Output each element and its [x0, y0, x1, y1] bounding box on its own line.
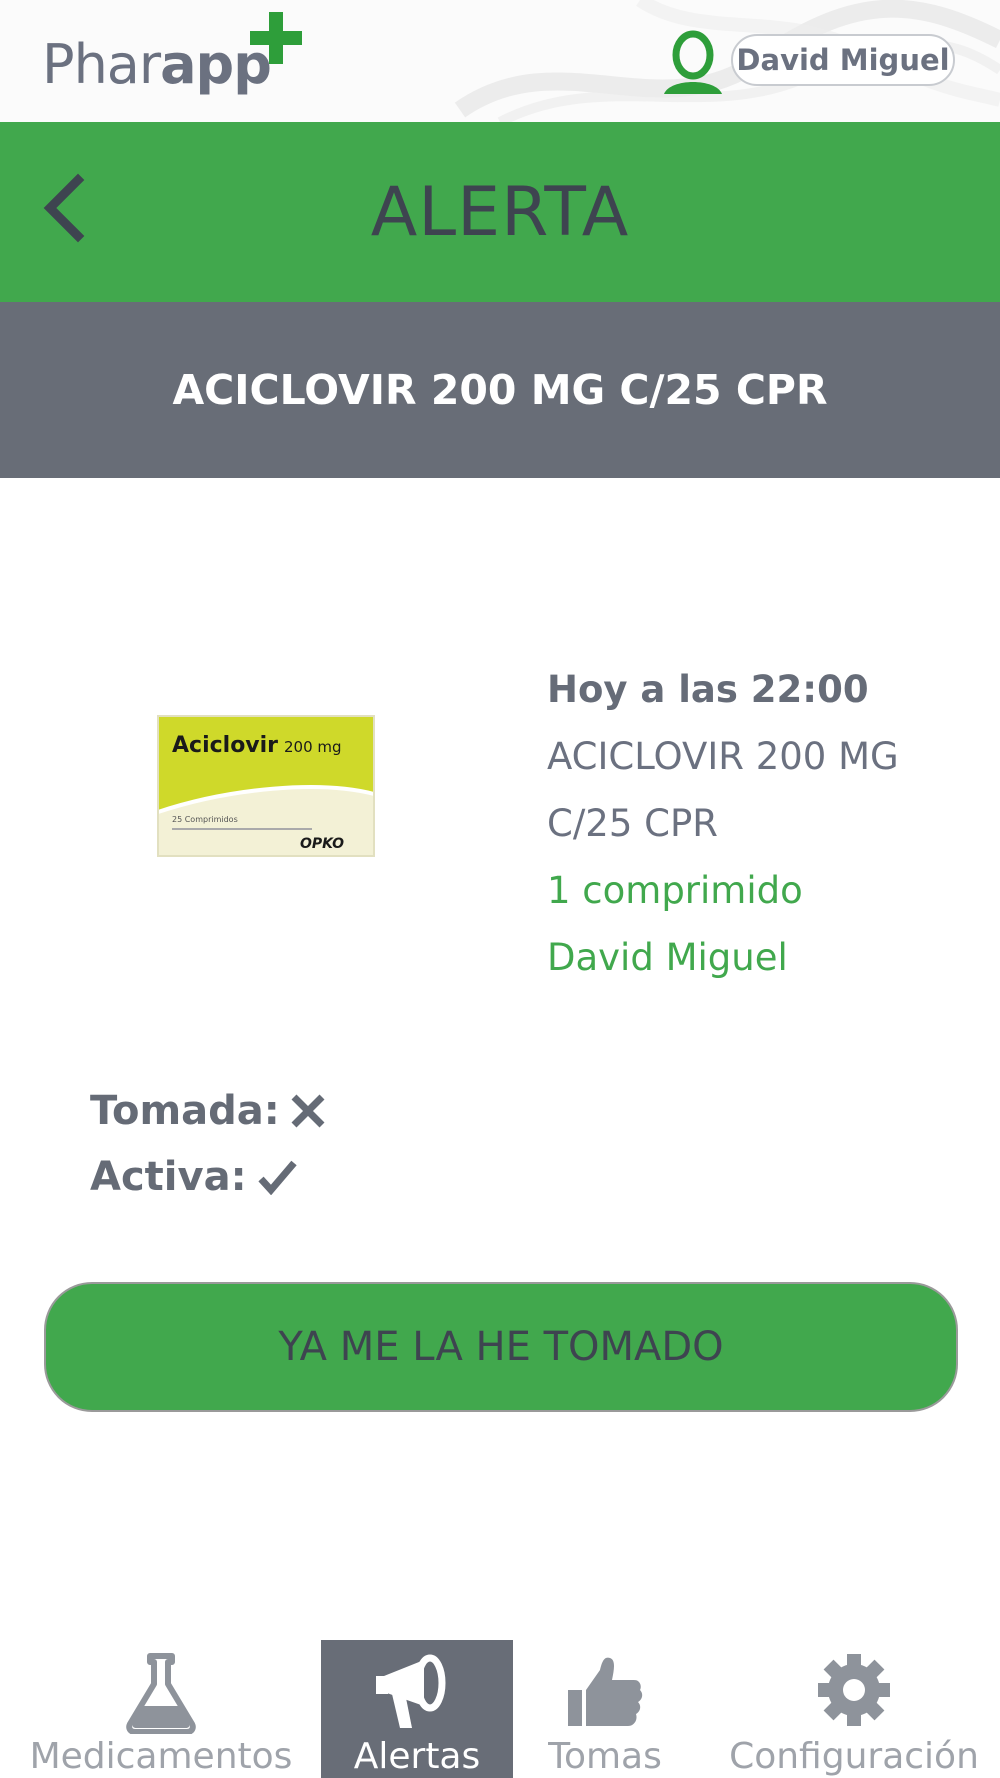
app-logo: Pharapp	[42, 10, 312, 110]
confirm-taken-button[interactable]: YA ME LA HE TOMADO	[44, 1282, 958, 1412]
check-icon	[257, 1160, 297, 1195]
nav-label-medicamentos: Medicamentos	[29, 1736, 293, 1777]
box-maker-text: OPKO	[300, 836, 344, 852]
nav-label-alertas: Alertas	[353, 1736, 481, 1777]
alert-status: Tomada: Activa:	[90, 1078, 326, 1210]
active-status-row: Activa:	[90, 1144, 326, 1210]
app-header: Pharapp David Miguel	[0, 0, 1000, 122]
user-name-badge[interactable]: David Miguel	[731, 34, 955, 86]
alert-medication-line2: C/25 CPR	[547, 802, 718, 845]
nav-item-tomas[interactable]: Tomas	[540, 1640, 670, 1778]
box-count-text: 25 Comprimidos	[172, 815, 238, 824]
alert-details: Hoy a las 22:00 ACICLOVIR 200 MG C/25 CP…	[547, 656, 967, 991]
nav-label-configuracion: Configuración	[729, 1736, 979, 1777]
thumbs-up-icon	[568, 1657, 643, 1726]
alert-time: Hoy a las 22:00	[547, 668, 869, 711]
flask-icon	[126, 1653, 196, 1734]
x-icon	[291, 1094, 325, 1128]
nav-item-configuracion[interactable]: Configuración	[724, 1640, 984, 1778]
taken-status-row: Tomada:	[90, 1078, 326, 1144]
page-title: ALERTA	[370, 172, 630, 252]
medication-name-bar: ACICLOVIR 200 MG C/25 CPR	[0, 302, 1000, 478]
alert-medication-line1: ACICLOVIR 200 MG	[547, 735, 899, 778]
nav-label-tomas: Tomas	[548, 1736, 662, 1777]
taken-label: Tomada:	[90, 1088, 280, 1134]
gear-icon	[818, 1654, 890, 1726]
logo-text-part1: Phar	[42, 33, 161, 96]
alert-patient: David Miguel	[547, 936, 788, 979]
medication-box-image: Aciclovir 200 mg 25 Comprimidos OPKO	[157, 715, 375, 857]
megaphone-icon	[376, 1654, 446, 1728]
active-label: Activa:	[90, 1154, 247, 1200]
box-strength-text: 200 mg	[284, 738, 342, 756]
bottom-nav: Medicamentos Alertas Tomas Configuración	[0, 1640, 1000, 1778]
nav-item-alertas[interactable]: Alertas	[321, 1640, 513, 1778]
box-brand-text: Aciclovir	[172, 733, 278, 758]
nav-item-medicamentos[interactable]: Medicamentos	[28, 1640, 294, 1778]
user-avatar-icon[interactable]	[660, 30, 726, 96]
plus-icon	[250, 12, 302, 64]
alert-dose: 1 comprimido	[547, 869, 803, 912]
